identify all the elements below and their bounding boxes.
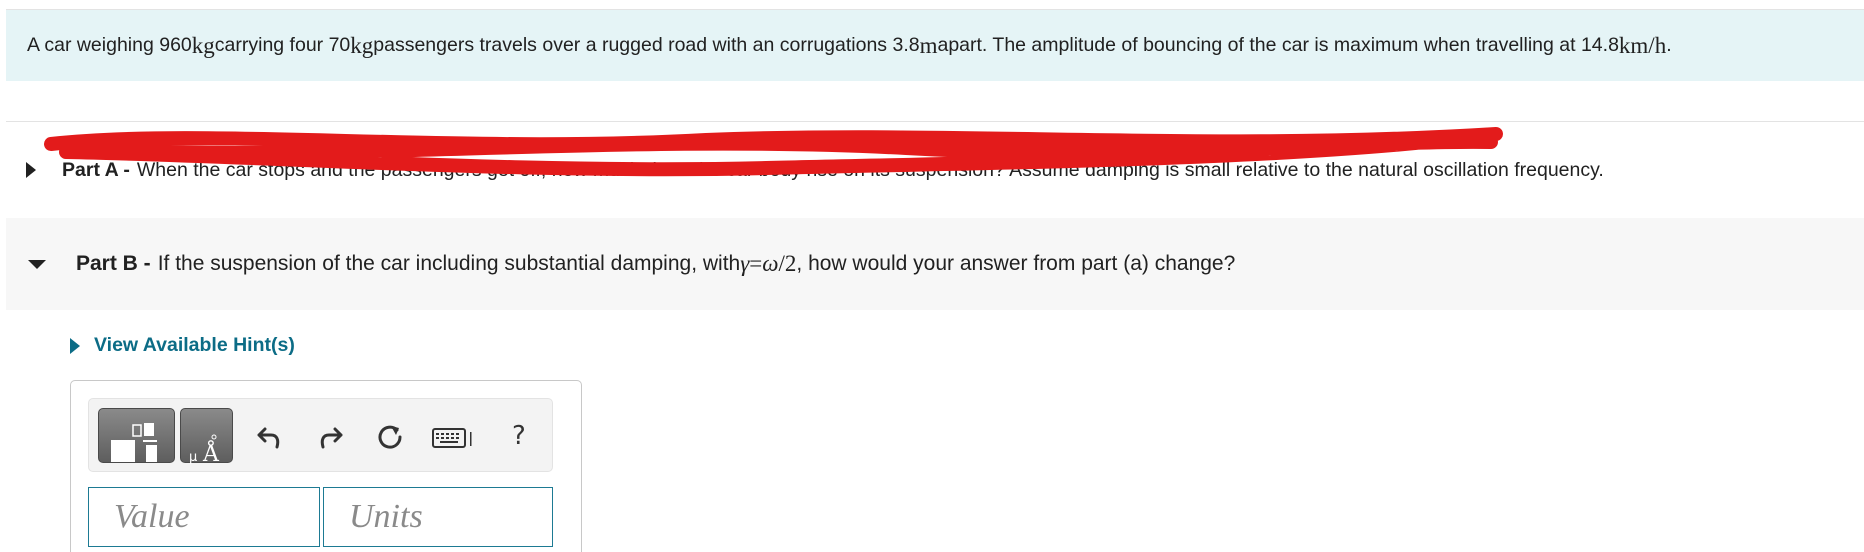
unit-kg: kg	[350, 32, 374, 58]
gamma-symbol: γ	[740, 251, 750, 276]
problem-statement: A car weighing 960 kg carrying four 70 k…	[6, 10, 1864, 81]
unit-kmh: km/h	[1618, 32, 1667, 58]
part-b-text-2: , how would your answer from part (a) ch…	[796, 252, 1236, 275]
units-button[interactable]: μ Å	[180, 408, 233, 467]
svg-text:μ: μ	[189, 450, 197, 464]
reset-icon[interactable]	[376, 423, 404, 451]
expand-arrow-icon[interactable]	[26, 162, 36, 178]
part-a-question: When the car stops and the passengers ge…	[136, 158, 1604, 181]
keyboard-icon[interactable]	[432, 427, 474, 449]
part-b-header[interactable]: Part B - If the suspension of the car in…	[6, 218, 1864, 310]
problem-text-1: A car weighing 960	[27, 34, 192, 56]
undo-icon[interactable]	[257, 425, 283, 449]
view-hints-link[interactable]: View Available Hint(s)	[70, 334, 295, 357]
part-b-text-1: If the suspension of the car including s…	[157, 252, 741, 275]
answer-panel: μ Å ? Value Units	[70, 380, 582, 552]
part-b-label: Part B -	[76, 252, 151, 275]
units-input[interactable]: Units	[323, 487, 553, 547]
svg-text:Å: Å	[202, 439, 220, 464]
redo-icon[interactable]	[317, 425, 343, 449]
problem-text-5: .	[1666, 34, 1672, 56]
problem-text-2: carrying four 70	[214, 34, 351, 56]
equals-sign: =	[749, 251, 763, 276]
part-a-label: Part A -	[62, 158, 130, 181]
unit-m: m	[919, 32, 938, 58]
collapse-arrow-icon[interactable]	[28, 259, 46, 269]
value-input[interactable]: Value	[88, 487, 320, 547]
problem-text-3: passengers travels over a rugged road wi…	[373, 34, 920, 56]
help-button[interactable]: ?	[512, 421, 526, 451]
templates-icon	[111, 423, 157, 462]
units-icon: μ Å	[189, 434, 220, 467]
problem-text-4: apart. The amplitude of bouncing of the …	[937, 34, 1619, 56]
hint-arrow-icon	[70, 337, 80, 354]
math-toolbar: μ Å ?	[88, 398, 553, 472]
part-a-header[interactable]: Part A - When the car stops and the pass…	[6, 122, 1864, 218]
omega-symbol: ω	[762, 251, 779, 276]
hint-label[interactable]: View Available Hint(s)	[94, 334, 295, 357]
unit-kg: kg	[191, 32, 215, 58]
templates-button[interactable]	[98, 408, 175, 463]
fraction-half: /2	[778, 251, 797, 276]
